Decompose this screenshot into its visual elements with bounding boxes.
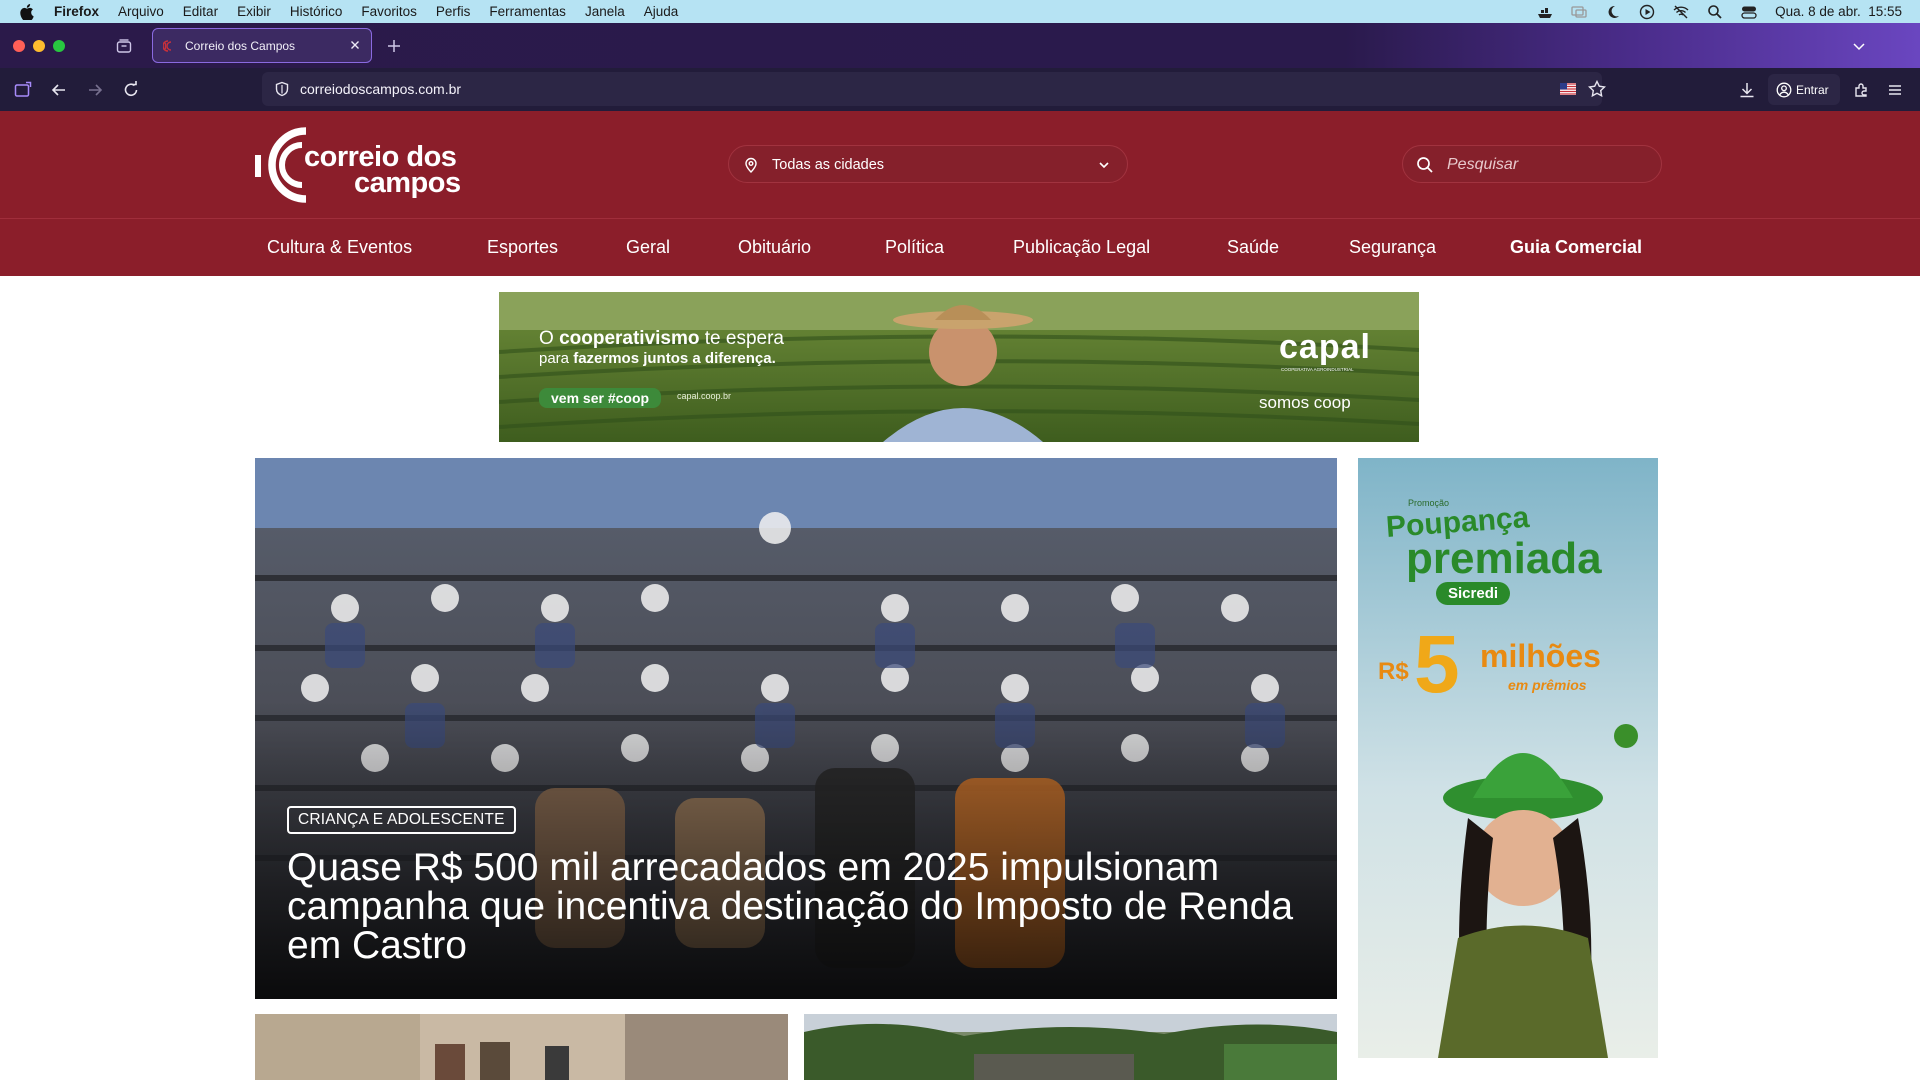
menu-perfis[interactable]: Perfis [436, 4, 471, 19]
menu-favoritos[interactable]: Favoritos [361, 4, 417, 19]
browser-tab-active[interactable]: Correio dos Campos [152, 28, 372, 63]
search-input[interactable]: Pesquisar [1402, 145, 1662, 183]
menu-exibir[interactable]: Exibir [237, 4, 271, 19]
ad-subline: para fazermos juntos a diferença. [539, 350, 776, 367]
menu-ajuda[interactable]: Ajuda [644, 4, 679, 19]
hero-category-tag[interactable]: CRIANÇA E ADOLESCENTE [287, 806, 516, 834]
category-esportes[interactable]: Esportes [487, 237, 558, 258]
category-seguranca[interactable]: Segurança [1349, 237, 1436, 258]
thumbnail-image [255, 1014, 788, 1080]
new-tab-icon[interactable] [386, 38, 402, 54]
category-cultura-eventos[interactable]: Cultura & Eventos [267, 237, 412, 258]
menu-historico[interactable]: Histórico [290, 4, 343, 19]
tab-list-chevron-icon[interactable] [1851, 38, 1867, 54]
focus-moon-icon[interactable] [1605, 4, 1621, 20]
extensions-icon[interactable] [1852, 81, 1870, 99]
article-thumbnail[interactable] [804, 1014, 1337, 1080]
hero-headline[interactable]: Quase R$ 500 mil arrecadados em 2025 imp… [287, 848, 1307, 965]
site-logo[interactable]: correio dos campos [254, 125, 464, 203]
sidebar-toggle-icon[interactable] [14, 81, 32, 99]
menu-arquivo[interactable]: Arquivo [118, 4, 164, 19]
city-select[interactable]: Todas as cidades [728, 145, 1128, 183]
article-thumbnail[interactable] [255, 1014, 788, 1080]
logo-line2: campos [354, 167, 461, 199]
ad-cta-button[interactable]: vem ser #coop [539, 388, 662, 408]
ad-brand-logo: capal [1279, 328, 1371, 366]
category-obituario[interactable]: Obituário [738, 237, 811, 258]
ad-tagline: somos coop [1259, 393, 1351, 412]
macos-menubar: Firefox Arquivo Editar Exibir Histórico … [0, 0, 1920, 23]
site-shield-icon[interactable] [274, 81, 290, 97]
ad-brand-subtitle: COOPERATIVA AGROINDUSTRIAL [1281, 367, 1354, 372]
category-nav: Cultura & Eventos Esportes Geral Obituár… [0, 218, 1920, 276]
app-status-icon[interactable] [1537, 4, 1553, 20]
site-favicon-icon [163, 39, 172, 52]
category-guia-comercial[interactable]: Guia Comercial [1510, 237, 1642, 258]
window-minimize-button[interactable] [33, 40, 45, 52]
side-ad-sub: em prêmios [1508, 677, 1587, 693]
side-ad-title2: premiada [1406, 534, 1602, 583]
category-saude[interactable]: Saúde [1227, 237, 1279, 258]
forward-arrow-icon[interactable] [86, 81, 104, 99]
back-arrow-icon[interactable] [50, 81, 68, 99]
ad-headline: O cooperativismo te espera [539, 328, 784, 349]
screen-mirror-icon[interactable] [1571, 4, 1587, 20]
menubar-clock[interactable]: Qua. 8 de abr. 15:55 [1775, 4, 1902, 19]
browser-tab-strip: Correio dos Campos [0, 23, 1920, 68]
tab-overview-icon[interactable] [116, 38, 132, 54]
wifi-off-icon[interactable] [1673, 4, 1689, 20]
city-select-value: Todas as cidades [772, 157, 885, 173]
reload-icon[interactable] [122, 81, 140, 99]
address-bar[interactable]: correiodoscampos.com.br [262, 72, 1606, 106]
url-text: correiodoscampos.com.br [300, 81, 462, 97]
location-pin-icon [745, 157, 757, 173]
category-publicacao-legal[interactable]: Publicação Legal [1013, 237, 1150, 258]
search-icon [1417, 157, 1433, 173]
side-ad-amount: 5 [1414, 619, 1460, 710]
ad-site-url: capal.coop.br [677, 391, 732, 401]
menu-app-firefox[interactable]: Firefox [54, 4, 99, 19]
play-icon[interactable] [1639, 4, 1655, 20]
tab-title: Correio dos Campos [185, 38, 296, 53]
menu-editar[interactable]: Editar [183, 4, 218, 19]
chevron-down-icon [1099, 162, 1109, 169]
translate-flag-icon[interactable] [1560, 83, 1576, 95]
side-ad-unit: milhões [1480, 638, 1601, 674]
menu-janela[interactable]: Janela [585, 4, 625, 19]
window-close-button[interactable] [13, 40, 25, 52]
menu-ferramentas[interactable]: Ferramentas [489, 4, 566, 19]
category-politica[interactable]: Política [885, 237, 944, 258]
account-icon [1776, 82, 1792, 97]
spotlight-search-icon[interactable] [1707, 4, 1723, 20]
side-ad-brand: Sicredi [1436, 582, 1511, 605]
bookmark-star-icon[interactable] [1588, 80, 1606, 98]
category-geral[interactable]: Geral [626, 237, 670, 258]
app-menu-hamburger-icon[interactable] [1886, 81, 1904, 99]
tab-close-icon[interactable] [347, 37, 363, 53]
browser-navigation-bar: correiodoscampos.com.br Entrar [0, 68, 1920, 111]
account-signin-label: Entrar [1796, 82, 1829, 97]
hero-article[interactable]: CRIANÇA E ADOLESCENTE Quase R$ 500 mil a… [255, 458, 1337, 999]
apple-icon[interactable] [20, 3, 34, 20]
thumbnail-image [804, 1014, 1337, 1080]
search-placeholder: Pesquisar [1447, 156, 1519, 173]
account-signin-button[interactable]: Entrar [1768, 74, 1840, 105]
side-ad-currency: R$ [1378, 658, 1409, 685]
downloads-icon[interactable] [1738, 81, 1756, 99]
window-zoom-button[interactable] [53, 40, 65, 52]
top-ad-banner[interactable]: O cooperativismo te espera para fazermos… [499, 292, 1419, 442]
side-ad-banner[interactable]: Promoção Poupança premiada Sicredi R$ 5 … [1358, 458, 1658, 1058]
control-center-icon[interactable] [1741, 4, 1757, 20]
